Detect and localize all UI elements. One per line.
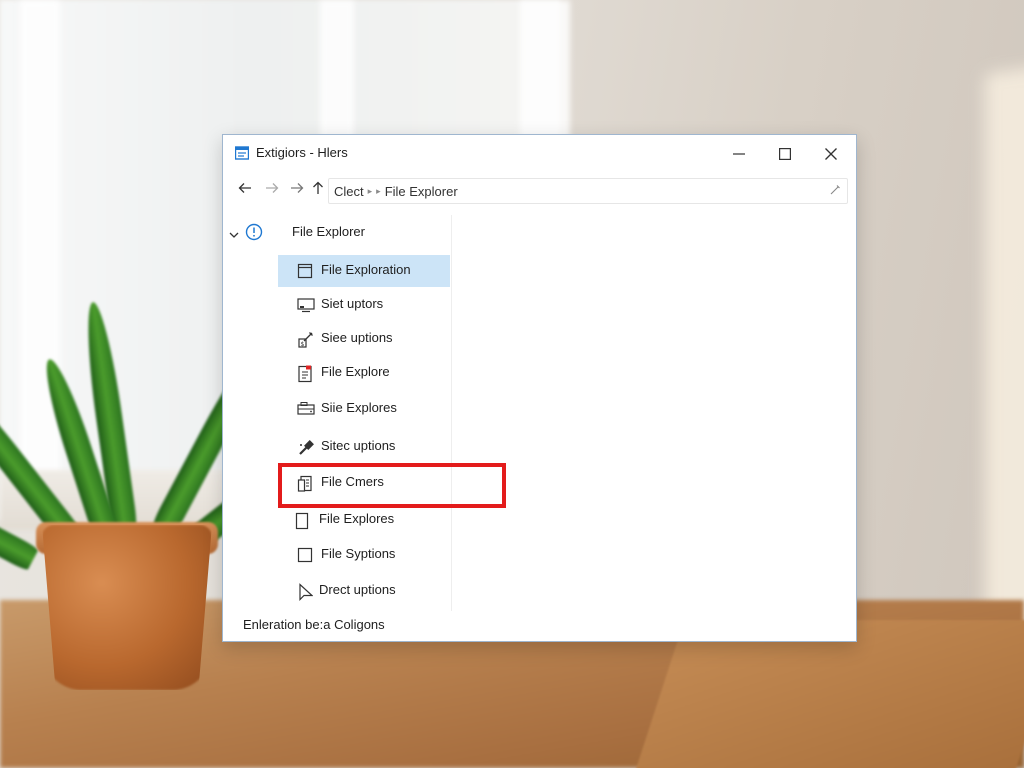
nav-item-file-syptions[interactable]: File Syptions	[278, 539, 450, 571]
nav-item-label: File Explore	[321, 364, 390, 379]
tree-root-file-explorer[interactable]: File Explorer	[223, 221, 451, 243]
chevron-down-icon[interactable]	[229, 226, 239, 244]
nav-item-label: File Syptions	[321, 546, 396, 561]
nav-item-label: Siie Explores	[321, 400, 397, 415]
info-icon	[245, 223, 263, 246]
nav-item-drect-uptions[interactable]: Drect uptions	[278, 575, 450, 607]
app-icon	[234, 146, 250, 160]
window-title: Extigiors - Hlers	[256, 145, 348, 160]
files-icon	[297, 475, 315, 493]
tree-root-label: File Explorer	[292, 224, 365, 239]
cursor-icon	[297, 583, 315, 601]
pencil-icon[interactable]	[829, 184, 841, 199]
maximize-icon	[779, 148, 791, 160]
nav-item-label: Siet uptors	[321, 296, 384, 311]
nav-item-label: File Exploration	[321, 262, 411, 277]
arrow-up-icon	[312, 181, 324, 200]
nav-item-label: File Explores	[319, 511, 395, 526]
nav-item-label: Drect uptions	[319, 582, 396, 597]
status-text: Enleration be:a Coligons	[243, 617, 385, 632]
close-button[interactable]	[808, 139, 854, 169]
maximize-button[interactable]	[762, 139, 808, 169]
nav-item-label: Siee uptions	[321, 330, 393, 345]
close-icon	[825, 148, 837, 160]
breadcrumb-item[interactable]: File Explorer	[385, 184, 458, 199]
nav-item-label: File Cmers	[321, 474, 384, 489]
minimize-icon	[733, 148, 745, 160]
forward-history-button[interactable]	[286, 179, 308, 201]
minimize-button[interactable]	[716, 139, 762, 169]
square-icon	[297, 547, 315, 565]
nav-item-file-cmers[interactable]: File Cmers	[278, 467, 450, 499]
monitor-icon	[297, 297, 315, 315]
content-pane[interactable]	[452, 215, 856, 611]
address-row: Clect ▸ ▸ File Explorer	[223, 175, 856, 207]
address-bar[interactable]: Clect ▸ ▸ File Explorer	[328, 178, 848, 204]
nav-item-sitec-uptions[interactable]: Sitec uptions	[278, 431, 450, 463]
nav-item-siet-uptors[interactable]: Siet uptors	[278, 289, 450, 321]
chevron-right-icon: ▸	[367, 185, 373, 196]
nav-item-file-exploration[interactable]: File Exploration	[278, 255, 450, 287]
arrow-right-icon	[265, 181, 279, 199]
chevron-right-icon: ▸	[376, 185, 381, 196]
back-button[interactable]	[234, 179, 256, 201]
window-icon	[297, 263, 315, 281]
arrow-left-icon	[238, 181, 252, 199]
navigation-pane: File Explorer File Exploration Siet upto…	[223, 215, 506, 611]
drive-icon	[297, 401, 315, 419]
pen-tool-icon: $	[297, 331, 315, 349]
up-button[interactable]	[307, 179, 329, 201]
nav-item-label: Sitec uptions	[321, 438, 396, 453]
window-frame	[20, 0, 60, 520]
usb-icon	[297, 439, 315, 457]
plant-pot	[42, 525, 212, 690]
nav-item-siie-explores[interactable]: Siie Explores	[278, 393, 450, 425]
nav-item-file-explores[interactable]: File Explores	[278, 504, 450, 536]
page-icon	[295, 512, 313, 530]
document-icon	[297, 365, 315, 383]
arrow-right-icon	[290, 181, 304, 199]
file-explorer-window: Extigiors - Hlers Clect ▸ ▸ File Explore…	[222, 134, 857, 642]
nav-item-file-explore[interactable]: File Explore	[278, 357, 450, 389]
nav-item-siee-uptions[interactable]: $ Siee uptions	[278, 323, 450, 355]
breadcrumb-item[interactable]: Clect	[329, 184, 364, 199]
wooden-table-corner	[635, 620, 1024, 768]
svg-text:$: $	[301, 341, 305, 348]
title-bar[interactable]: Extigiors - Hlers	[223, 135, 856, 173]
status-bar: Enleration be:a Coligons	[223, 611, 856, 641]
forward-button[interactable]	[261, 179, 283, 201]
sunlight-patch	[985, 65, 1024, 635]
